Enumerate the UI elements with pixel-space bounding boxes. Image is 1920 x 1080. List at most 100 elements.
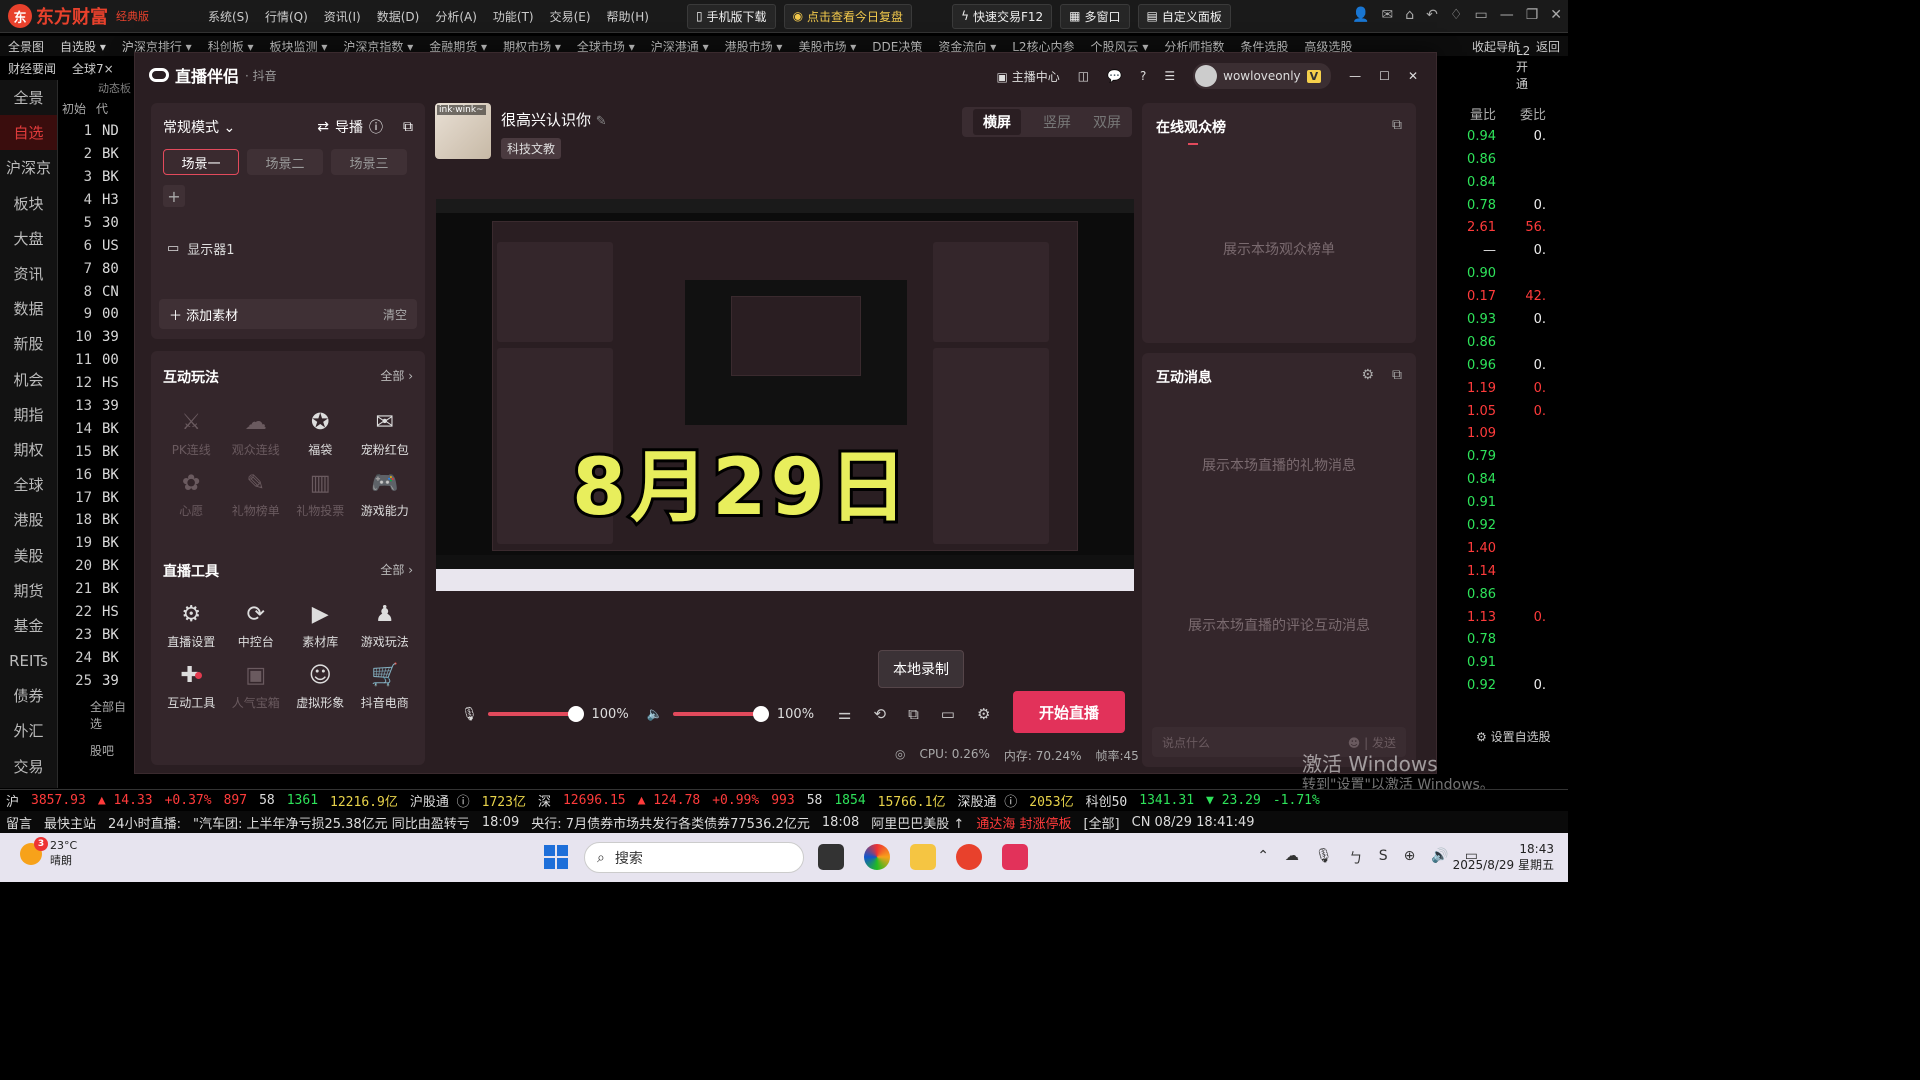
popout-icon[interactable]: ⧉ — [403, 119, 413, 135]
help-icon[interactable]: ? — [1140, 69, 1146, 83]
mail-icon[interactable]: ✉ — [1382, 7, 1394, 23]
sidebar-item[interactable]: 机会 — [0, 362, 57, 397]
table-row[interactable]: 14 BK — [62, 417, 132, 440]
help-icon[interactable]: ⓘ — [369, 117, 383, 137]
restore-icon[interactable]: ❐ — [1526, 7, 1539, 23]
tool-item[interactable]: ⚔ PK连线 — [159, 407, 224, 458]
mic-volume-slider[interactable] — [487, 706, 584, 722]
sidebar-item[interactable]: REITs — [0, 643, 57, 678]
home-icon[interactable]: ⌂ — [1405, 7, 1414, 23]
news-item[interactable]: 最快主站 — [38, 813, 102, 832]
column-header[interactable]: 初始 — [62, 100, 86, 117]
tools-all-link[interactable]: 全部 › — [380, 561, 413, 581]
news-item[interactable]: 阿里巴巴美股 ↑ — [865, 813, 970, 832]
table-row[interactable]: 4 H3 — [62, 189, 132, 212]
mode-selector[interactable]: 常规模式 ⌄ — [163, 117, 235, 137]
settings-icon[interactable]: ⚙ — [977, 705, 990, 723]
tool-item[interactable]: 🛒 抖音电商 — [353, 660, 418, 711]
volume-icon[interactable]: 🔊 — [1431, 848, 1448, 868]
scene-tab[interactable]: 场景一 — [163, 149, 239, 175]
orientation-tab[interactable]: 竖屏 — [1043, 112, 1071, 132]
sidebar-item[interactable]: 沪深京 — [0, 150, 57, 185]
menu-icon[interactable]: ☰ — [1164, 69, 1175, 83]
news-item[interactable]: 18:08 — [816, 815, 865, 830]
gamepad-icon[interactable]: ◫ — [1078, 69, 1089, 83]
sidebar-item[interactable]: 期指 — [0, 397, 57, 432]
scene-tab[interactable]: 场景三 — [331, 149, 407, 175]
news-item[interactable]: CN 08/29 18:41:49 — [1126, 815, 1261, 830]
table-row[interactable]: 2 BK — [62, 143, 132, 166]
sidebar-item[interactable]: 新股 — [0, 326, 57, 361]
table-row[interactable]: 3 BK — [62, 166, 132, 189]
menu-item[interactable]: 帮助(H) — [599, 8, 657, 25]
guide-button[interactable]: 导播 — [335, 117, 363, 137]
tool-item[interactable]: 🎮 游戏能力 — [353, 468, 418, 519]
table-row[interactable]: 11 00 — [62, 349, 132, 372]
record-icon[interactable]: ▭ — [941, 705, 955, 723]
table-row[interactable]: 24 BK — [62, 646, 132, 669]
tool-item[interactable]: ⟳ 中控台 — [224, 599, 289, 650]
minimize-icon[interactable]: — — [1349, 69, 1361, 83]
streamer-avatar[interactable]: ink·wink~ — [435, 103, 491, 159]
camera-flip-icon[interactable]: ⟲ — [874, 705, 887, 723]
nav-item[interactable]: L2开通 — [1508, 44, 1538, 92]
table-row[interactable]: 20 BK — [62, 555, 132, 578]
browser-icon[interactable] — [864, 844, 890, 870]
add-scene-button[interactable]: + — [163, 185, 185, 207]
menu-item[interactable]: 数据(D) — [369, 8, 428, 25]
stream-preview[interactable]: 8月29日 — [436, 199, 1134, 591]
table-row[interactable]: 6 US — [62, 234, 132, 257]
menu-item[interactable]: 功能(T) — [485, 8, 542, 25]
windows-start-icon[interactable] — [544, 845, 568, 869]
sidebar-item[interactable]: 全景 — [0, 80, 57, 115]
sidebar-item[interactable]: 债券 — [0, 678, 57, 713]
sidebar-item[interactable]: 大盘 — [0, 221, 57, 256]
app-tray-icon[interactable]: S — [1379, 848, 1388, 868]
menu-item[interactable]: 行情(Q) — [257, 8, 316, 25]
tool-item[interactable]: ✪ 福袋 — [288, 407, 353, 458]
sidebar-item[interactable]: 期权 — [0, 432, 57, 467]
tool-item[interactable]: ✚ 互动工具 — [159, 660, 224, 711]
start-live-button[interactable]: 开始直播 — [1013, 691, 1125, 733]
table-row[interactable]: 5 30 — [62, 211, 132, 234]
layout-icon[interactable]: ▭ — [1474, 7, 1487, 23]
news-item[interactable]: 央行: 7月债券市场共发行各类债券77536.2亿元 — [525, 813, 816, 832]
tool-item[interactable]: ☁ 观众连线 — [224, 407, 289, 458]
tool-item[interactable]: ✉ 宠粉红包 — [353, 407, 418, 458]
table-row[interactable]: 16 BK — [62, 463, 132, 486]
orientation-tab[interactable]: 双屏 — [1093, 112, 1121, 132]
speaker-volume-slider[interactable] — [672, 706, 769, 722]
sidebar-item[interactable]: 自选 — [0, 115, 57, 151]
sidebar-item[interactable]: 资讯 — [0, 256, 57, 291]
table-row[interactable]: 15 BK — [62, 440, 132, 463]
column-header[interactable]: 委比 — [1516, 104, 1546, 123]
list-tab[interactable]: 动态板 — [62, 80, 132, 97]
news-item[interactable]: 24小时直播: — [102, 813, 187, 832]
speaker-icon[interactable]: 🔈 — [647, 707, 663, 722]
tool-item[interactable]: ▶ 素材库 — [288, 599, 353, 650]
table-row[interactable]: 10 39 — [62, 326, 132, 349]
mixer-icon[interactable]: ⚌ — [838, 705, 851, 723]
clear-button[interactable]: 清空 — [383, 306, 407, 323]
news-item[interactable]: "汽车团: 上半年净亏损25.38亿元 同比由盈转亏 — [187, 813, 476, 832]
anchor-center-button[interactable]: ▣ 主播中心 — [997, 68, 1060, 85]
menu-item[interactable]: 交易(E) — [542, 8, 599, 25]
weather-widget[interactable]: 3 23°C 晴朗 — [20, 836, 77, 868]
news-item[interactable]: [全部] — [1077, 813, 1125, 832]
popout-icon[interactable]: ⧉ — [1392, 117, 1402, 133]
table-row[interactable]: 17 BK — [62, 486, 132, 509]
task-view-icon[interactable] — [818, 844, 844, 870]
sidebar-item[interactable]: 交易 — [0, 749, 57, 784]
minimize-icon[interactable]: — — [1500, 7, 1514, 23]
tool-item[interactable]: ♟ 游戏玩法 — [353, 599, 418, 650]
popout-icon[interactable]: ⧉ — [1392, 367, 1402, 383]
multi-window-button[interactable]: ▦ 多窗口 — [1060, 3, 1130, 29]
column-header[interactable]: 代 — [96, 100, 108, 117]
tool-item[interactable]: ⚙ 直播设置 — [159, 599, 224, 650]
chevron-up-icon[interactable]: ⌃ — [1257, 848, 1269, 868]
display-source[interactable]: ▭ 显示器1 — [167, 239, 235, 258]
mic-tray-icon[interactable]: 🎙 — [1315, 848, 1333, 868]
orientation-tab[interactable]: 横屏 — [973, 109, 1021, 135]
eastmoney-app-icon[interactable] — [956, 844, 982, 870]
ime-icon[interactable]: ㄅ — [1349, 848, 1363, 868]
